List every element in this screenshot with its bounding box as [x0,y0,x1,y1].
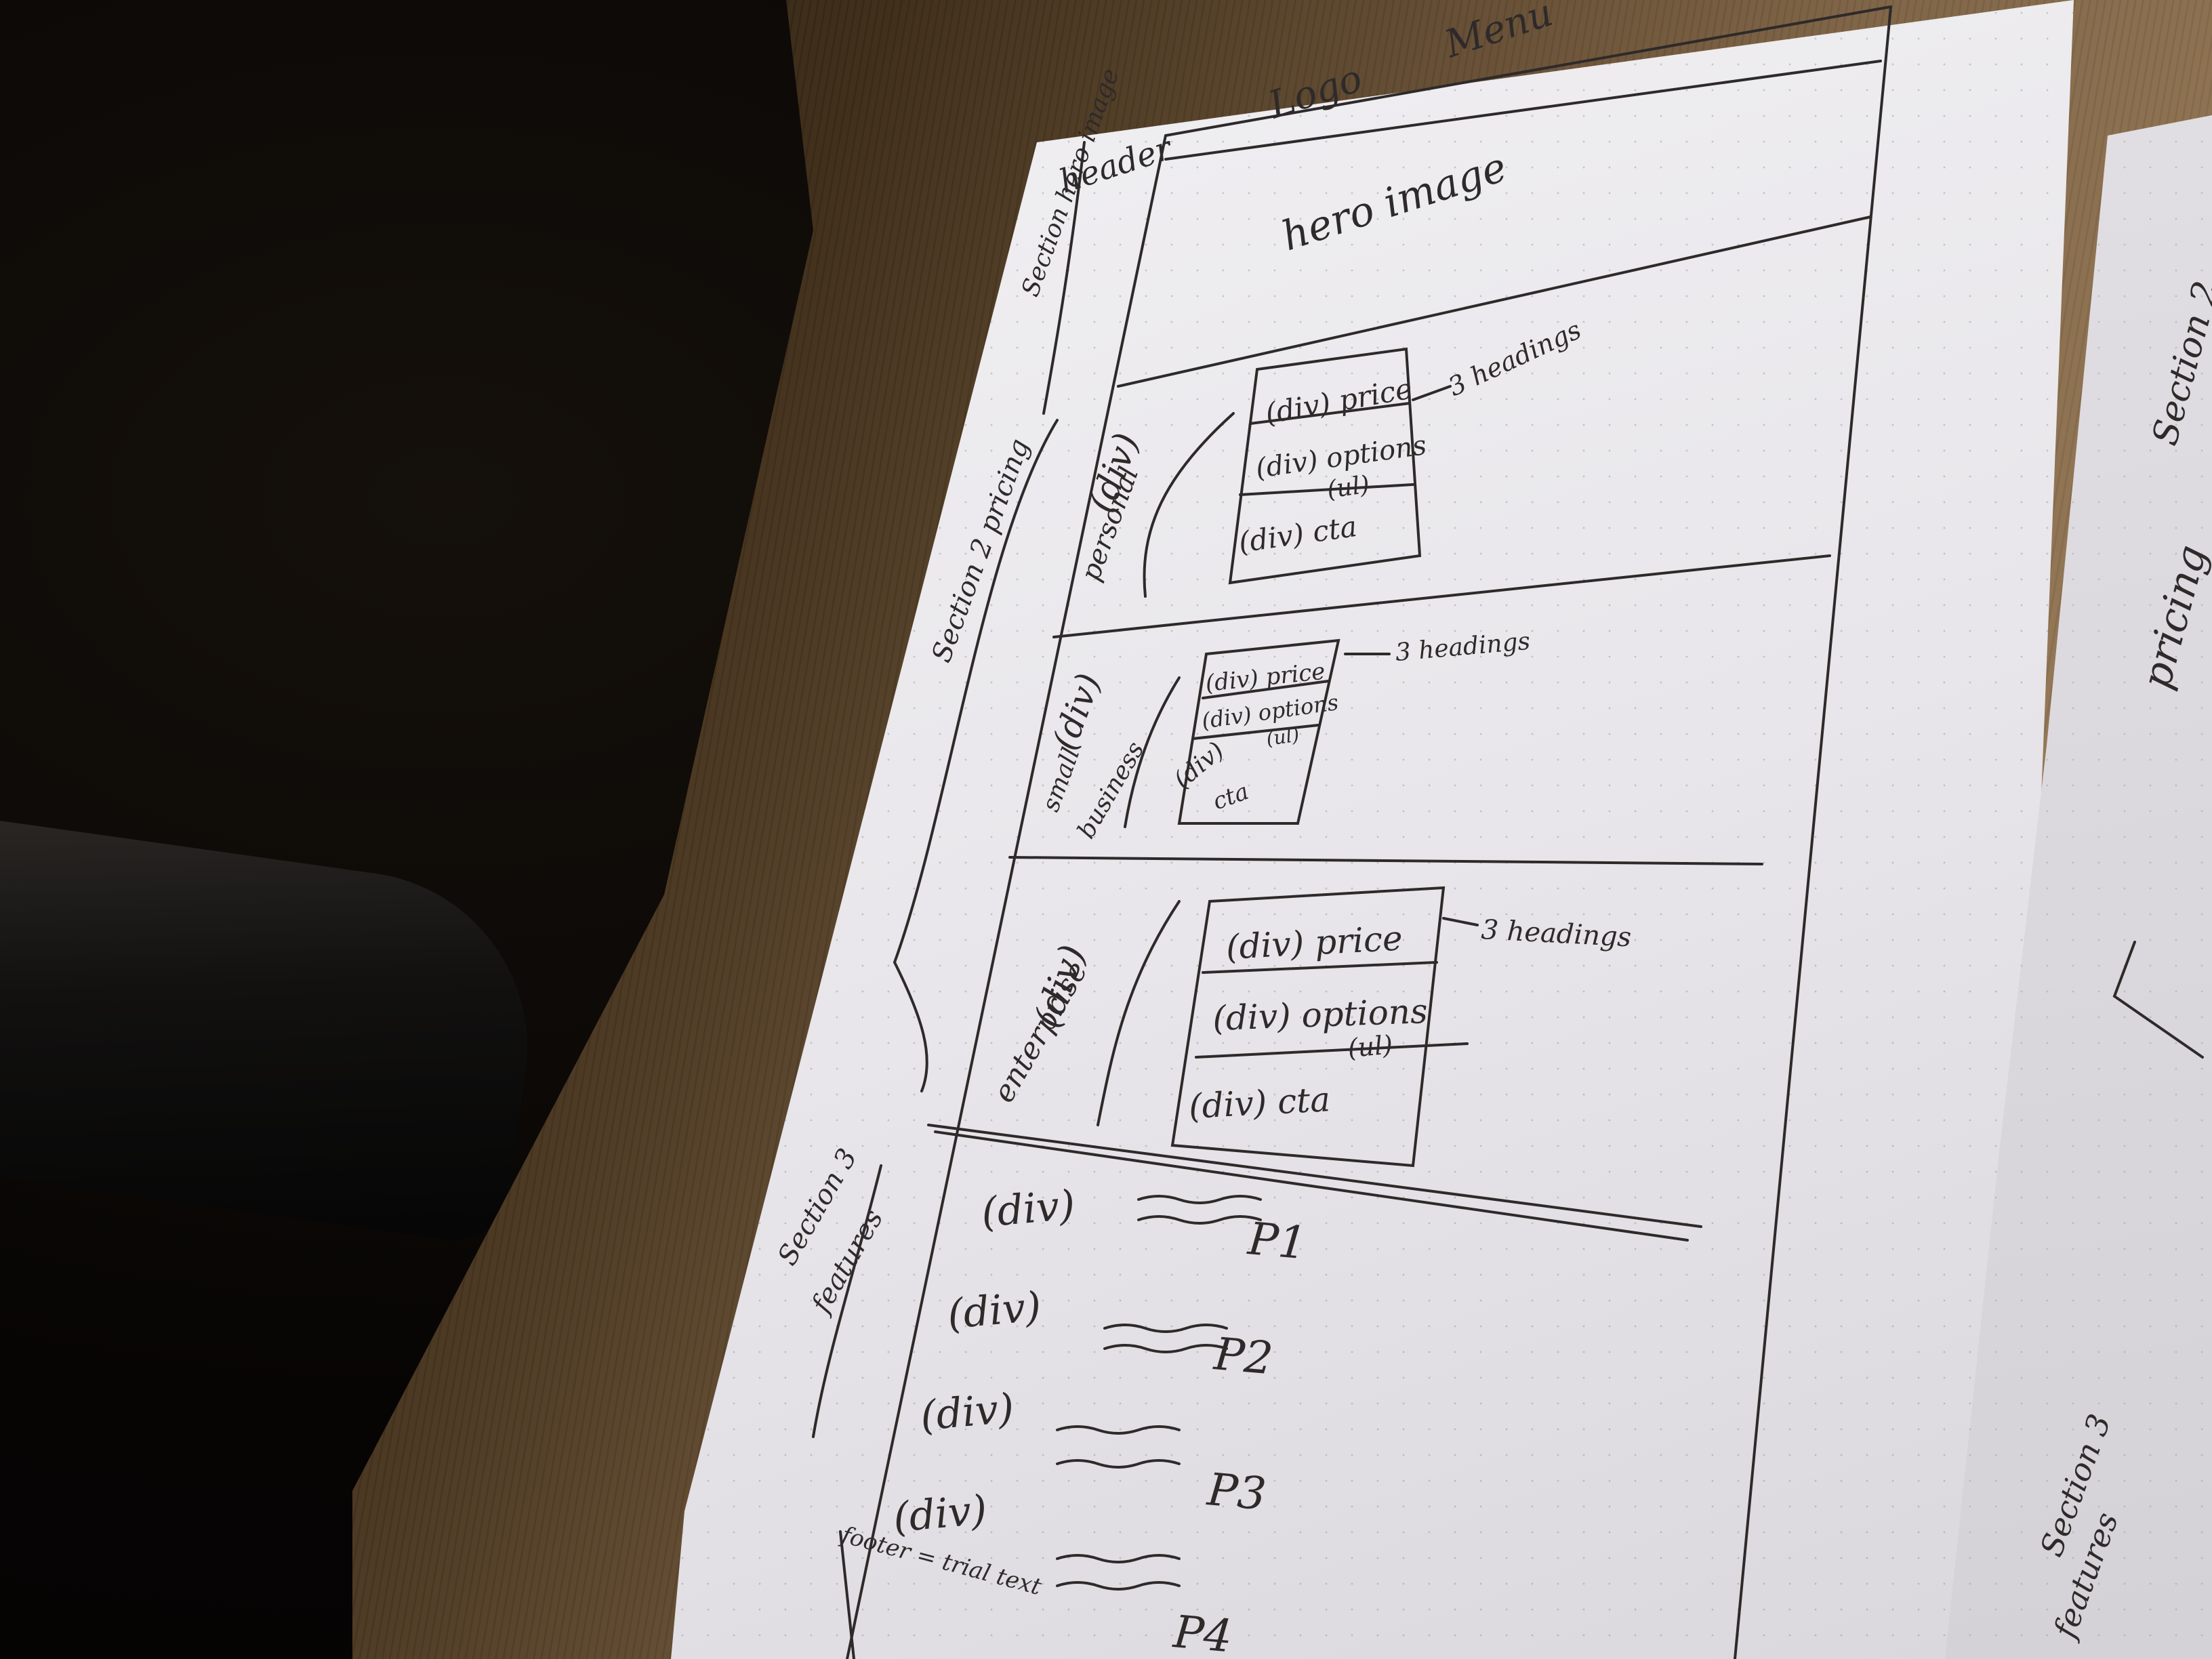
feature-paragraph-label: P1 [1246,1212,1309,1269]
feature-paragraph-label: P4 [1171,1605,1235,1659]
enterprise-options-ul-label: (ul) [1347,1029,1394,1063]
small-business-div-label: (div) [1045,668,1109,755]
personal-options-ul-label: (ul) [1326,471,1372,504]
logo-label: Logo [1263,56,1368,128]
feature-paragraph-label: P3 [1205,1463,1269,1520]
personal-cta-label: (div) cta [1237,510,1359,559]
small-business-cta-label: cta [1209,778,1252,816]
menu-label: Menu [1439,0,1558,67]
small-business-name-1: small [1037,744,1086,815]
personal-price-label: (div) price [1263,372,1414,430]
small-business-name-2: business [1072,737,1149,843]
feature-div-label: (div) [979,1181,1077,1237]
second-page-pricing: pricing [2133,540,2212,694]
enterprise-price-label: (div) price [1225,918,1404,967]
personal-note-label: 3 headings [1443,314,1586,402]
second-page-section-2: Section 2 [2145,277,2212,450]
enterprise-cta-label: (div) cta [1188,1080,1332,1126]
feature-div-label: (div) [891,1486,989,1542]
feature-div-label: (div) [918,1385,1016,1440]
feature-div-label: (div) [945,1283,1043,1338]
hero-image-label: hero image [1276,143,1513,260]
wireframe-sketch: header Logo Menu Section hero image hero… [772,0,2212,1659]
small-business-options-ul-label: (ul) [1265,723,1300,750]
small-business-price-label: (div) price [1204,658,1326,697]
enterprise-options-label: (div) options [1212,991,1428,1038]
feature-paragraph-label: P2 [1212,1328,1275,1385]
small-business-note-label: 3 headings [1394,628,1531,667]
enterprise-note-label: 3 headings [1480,914,1632,954]
